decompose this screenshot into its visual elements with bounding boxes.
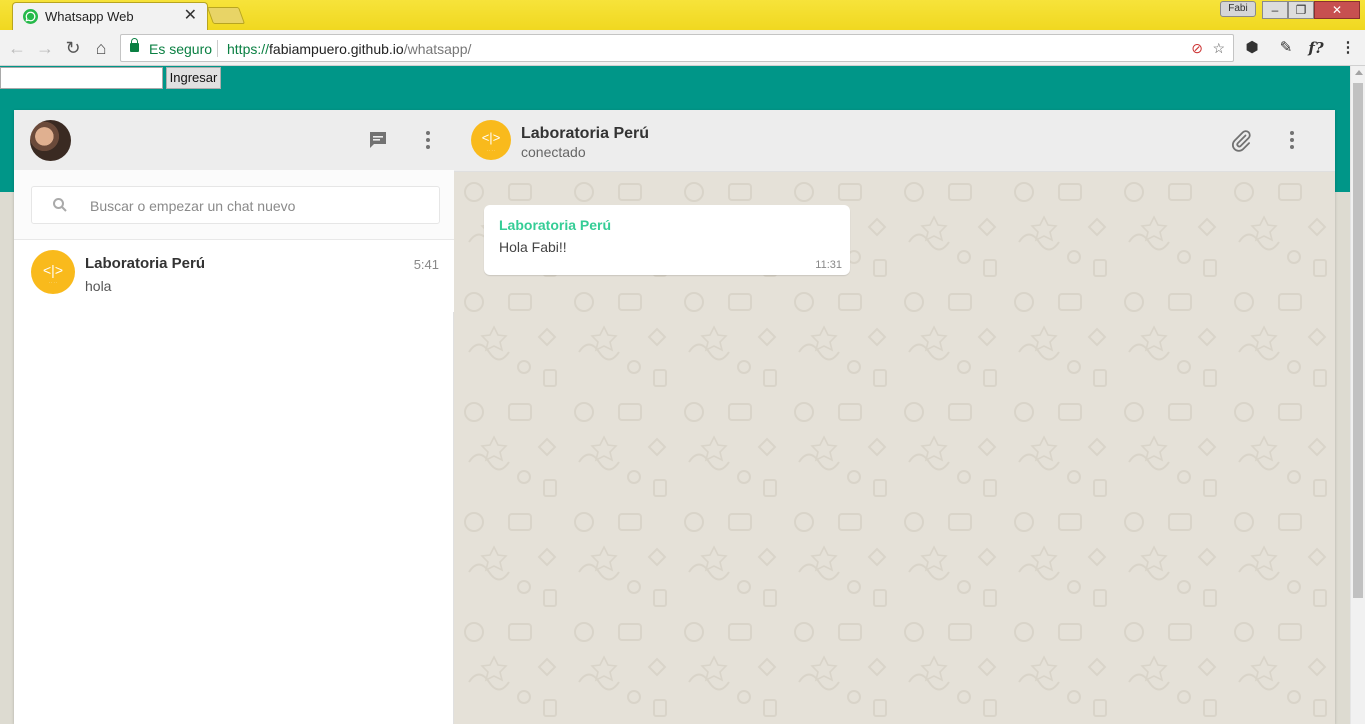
- url-scheme: https://: [227, 41, 270, 57]
- profile-button[interactable]: Fabi: [1220, 1, 1256, 17]
- blocked-content-icon[interactable]: ⊘: [1191, 40, 1203, 57]
- contact-status: conectado: [521, 144, 586, 160]
- scroll-thumb[interactable]: [1353, 83, 1363, 598]
- url-host: fabiampuero.github.io: [269, 41, 404, 57]
- avatar-logo-text: <|>: [43, 262, 63, 278]
- url-text[interactable]: https://fabiampuero.github.io/whatsapp/: [227, 41, 471, 57]
- conversation-panel: <|> · · · · Laboratoria Perú conectado L…: [454, 110, 1335, 724]
- chat-name: Laboratoria Perú: [85, 255, 206, 272]
- extension-icon[interactable]: ⬢: [1242, 38, 1262, 58]
- search-box[interactable]: [31, 186, 440, 224]
- page-scrollbar[interactable]: [1350, 66, 1365, 724]
- lock-icon: [130, 38, 139, 52]
- new-chat-icon[interactable]: [366, 128, 390, 152]
- browser-titlebar: Whatsapp Web ✕ Fabi – ❐ ✕: [0, 0, 1365, 30]
- laboratoria-avatar: <|> · · · ·: [31, 250, 75, 294]
- close-tab-icon[interactable]: ✕: [184, 7, 197, 25]
- login-input[interactable]: [0, 67, 163, 89]
- address-bar[interactable]: Es seguro https://fabiampuero.github.io/…: [120, 34, 1234, 62]
- message-time: 11:31: [815, 259, 842, 271]
- secure-label: Es seguro: [149, 41, 213, 57]
- url-path: /whatsapp/: [403, 41, 472, 57]
- back-icon[interactable]: ←: [6, 37, 28, 59]
- reload-icon[interactable]: ↻: [62, 37, 84, 59]
- message-area: Laboratoria Perú Hola Fabi!! 11:31: [454, 172, 1335, 724]
- whatsapp-app: <|> · · · · Laboratoria Perú 5:41 hola <|…: [14, 110, 1335, 724]
- search-icon: [52, 197, 68, 213]
- profile-header: [14, 110, 454, 170]
- contact-name[interactable]: Laboratoria Perú: [521, 125, 649, 143]
- omnibox-divider: [217, 40, 218, 57]
- avatar-subtext: · · · ·: [48, 280, 58, 285]
- attach-icon[interactable]: [1229, 129, 1253, 153]
- whatsapp-icon: [23, 9, 38, 24]
- browser-tab[interactable]: Whatsapp Web ✕: [12, 2, 208, 30]
- home-icon[interactable]: ⌂: [90, 37, 112, 59]
- search-section: [14, 170, 454, 240]
- window-close-icon[interactable]: ✕: [1314, 1, 1360, 19]
- maximize-icon[interactable]: ❐: [1288, 1, 1314, 19]
- color-picker-icon[interactable]: ✎: [1276, 38, 1296, 58]
- message-text: Hola Fabi!!: [499, 239, 567, 255]
- message-sender: Laboratoria Perú: [499, 217, 612, 233]
- browser-toolbar: ← → ↻ ⌂ Es seguro https://fabiampuero.gi…: [0, 30, 1365, 66]
- conversation-header: <|> · · · · Laboratoria Perú conectado: [454, 110, 1335, 172]
- message-bubble[interactable]: Laboratoria Perú Hola Fabi!! 11:31: [484, 205, 850, 275]
- chat-list-item[interactable]: <|> · · · · Laboratoria Perú 5:41 hola: [14, 240, 454, 312]
- browser-menu-icon[interactable]: ⋮: [1338, 38, 1358, 58]
- contact-avatar-text: <|>: [481, 130, 501, 145]
- new-tab-button[interactable]: [206, 7, 246, 24]
- my-avatar[interactable]: [30, 120, 71, 161]
- scroll-up-icon[interactable]: [1355, 70, 1363, 75]
- forward-icon[interactable]: →: [34, 37, 56, 59]
- chat-preview: hola: [85, 278, 112, 294]
- chat-time: 5:41: [413, 257, 439, 272]
- login-button[interactable]: Ingresar: [166, 67, 221, 89]
- tab-title: Whatsapp Web: [45, 9, 134, 24]
- page-viewport: Ingresar <: [0, 66, 1350, 724]
- minimize-icon[interactable]: –: [1262, 1, 1288, 19]
- contact-avatar-subtext: · · · ·: [486, 148, 496, 153]
- contact-avatar[interactable]: <|> · · · ·: [471, 120, 511, 160]
- conversation-menu-icon[interactable]: [1280, 128, 1304, 152]
- star-icon[interactable]: ☆: [1212, 40, 1225, 57]
- menu-icon[interactable]: [416, 128, 440, 152]
- font-finder-icon[interactable]: f?: [1306, 38, 1326, 58]
- search-input[interactable]: [90, 195, 420, 217]
- chat-list-panel: <|> · · · · Laboratoria Perú 5:41 hola: [14, 110, 454, 724]
